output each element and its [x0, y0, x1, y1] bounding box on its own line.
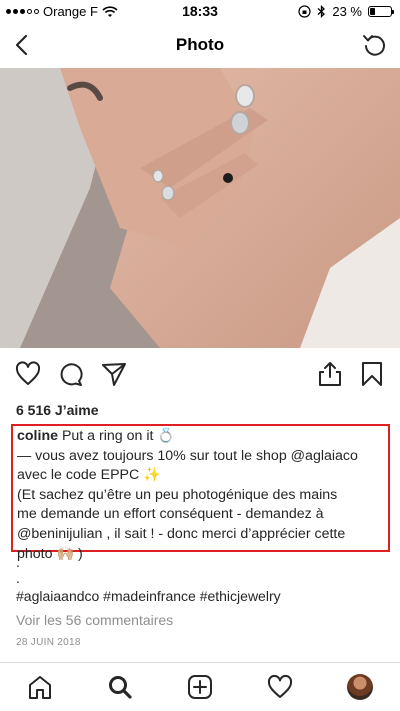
- page-title: Photo: [175, 35, 225, 54]
- bluetooth-icon: [317, 5, 326, 18]
- tab-bar: [0, 662, 400, 711]
- search-icon[interactable]: [107, 674, 133, 700]
- caption-line-2: — vous avez toujours 10% sur tout le sho…: [17, 447, 358, 464]
- caption-dot-1: .: [16, 554, 20, 570]
- photo-illustration: [0, 68, 400, 348]
- status-bar: Orange F 18:33 23 %: [0, 0, 400, 22]
- battery-percent: 23 %: [332, 4, 362, 19]
- caption-line-5: me demande un effort conséquent - demand…: [17, 506, 324, 523]
- add-icon[interactable]: [187, 674, 213, 700]
- caption-line-7: photo 🙌🏼 ): [17, 545, 83, 562]
- post-actions: [0, 356, 400, 392]
- refresh-icon[interactable]: [360, 31, 388, 59]
- caption-box: coline Put a ring on it 💍 — vous avez to…: [11, 424, 390, 562]
- likes-count[interactable]: 6 516 J’aime: [16, 402, 99, 418]
- activity-icon[interactable]: [267, 674, 293, 700]
- nav-bar: Photo: [0, 22, 400, 68]
- hashtags[interactable]: #aglaiaandco #madeinfrance #ethicjewelry: [16, 588, 281, 604]
- orientation-lock-icon: [298, 5, 311, 18]
- comment-icon[interactable]: [57, 360, 85, 388]
- bookmark-icon[interactable]: [358, 360, 386, 388]
- share-upload-icon[interactable]: [316, 360, 344, 388]
- post-date: 28 JUIN 2018: [16, 637, 81, 648]
- heart-icon[interactable]: [14, 360, 42, 388]
- post-photo[interactable]: [0, 68, 400, 348]
- caption-line-4: (Et sachez qu’être un peu photogénique d…: [17, 486, 338, 503]
- caption-dot-2: .: [16, 570, 20, 586]
- caption-text-1: Put a ring on it 💍: [58, 428, 176, 444]
- home-icon[interactable]: [27, 674, 53, 700]
- profile-avatar[interactable]: [347, 674, 373, 700]
- caption-line-6: @beninijulian , il sait ! - donc merci d…: [17, 525, 346, 542]
- battery-icon: [368, 6, 394, 17]
- status-right: 23 %: [298, 4, 394, 19]
- caption-line-1: coline Put a ring on it 💍: [17, 427, 384, 447]
- caption-line-3: avec le code EPPC ✨: [17, 467, 161, 484]
- caption-username[interactable]: coline: [17, 428, 58, 444]
- view-comments-link[interactable]: Voir les 56 commentaires: [16, 612, 173, 628]
- send-icon[interactable]: [100, 360, 128, 388]
